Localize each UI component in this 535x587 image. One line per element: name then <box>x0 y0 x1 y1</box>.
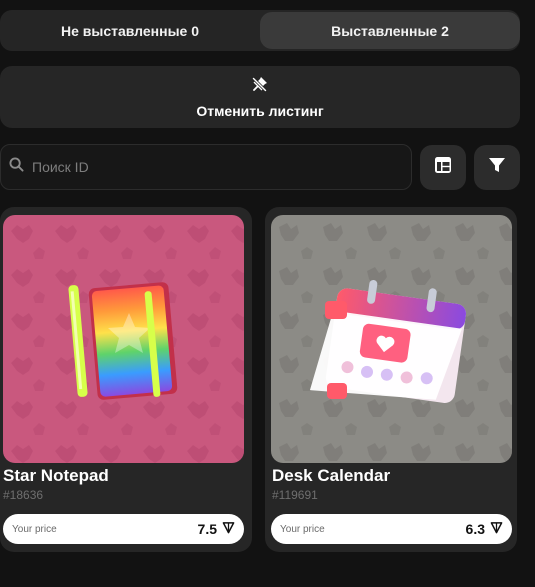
unpin-icon <box>251 76 268 97</box>
gift-card[interactable]: Desk Calendar #119691 Your price 6.3 <box>265 207 517 552</box>
gift-number: #18636 <box>3 488 44 502</box>
gift-name: Desk Calendar <box>272 466 391 485</box>
ton-icon <box>490 521 503 537</box>
filter-icon <box>488 156 506 179</box>
price-label: Your price <box>280 523 325 535</box>
search-icon <box>9 157 24 177</box>
price-label: Your price <box>12 523 57 535</box>
gift-card[interactable]: Star Notepad #18636 Your price 7.5 <box>0 207 252 552</box>
table-layout-icon <box>434 156 452 179</box>
listing-tabs: Не выставленные 0 Выставленные 2 <box>0 10 520 51</box>
price-value: 6.3 <box>465 521 485 537</box>
filter-button[interactable] <box>474 145 520 190</box>
price-pill[interactable]: Your price 7.5 <box>3 514 244 544</box>
tab-not-listed[interactable]: Не выставленные 0 <box>0 10 260 51</box>
price-value-wrap: 6.3 <box>466 521 503 537</box>
gift-number: #119691 <box>272 488 318 502</box>
layout-toggle-button[interactable] <box>420 145 466 190</box>
cancel-listing-label: Отменить листинг <box>196 102 324 119</box>
search-input[interactable] <box>32 159 392 175</box>
gift-image <box>3 215 244 463</box>
price-value-wrap: 7.5 <box>198 521 235 537</box>
price-value: 7.5 <box>197 521 217 537</box>
cancel-listing-button[interactable]: Отменить листинг <box>0 66 520 128</box>
ton-icon <box>222 521 235 537</box>
gift-name: Star Notepad <box>3 466 109 485</box>
search-box <box>0 144 412 190</box>
gift-image <box>271 215 512 463</box>
price-pill[interactable]: Your price 6.3 <box>271 514 512 544</box>
tab-listed[interactable]: Выставленные 2 <box>260 12 520 49</box>
